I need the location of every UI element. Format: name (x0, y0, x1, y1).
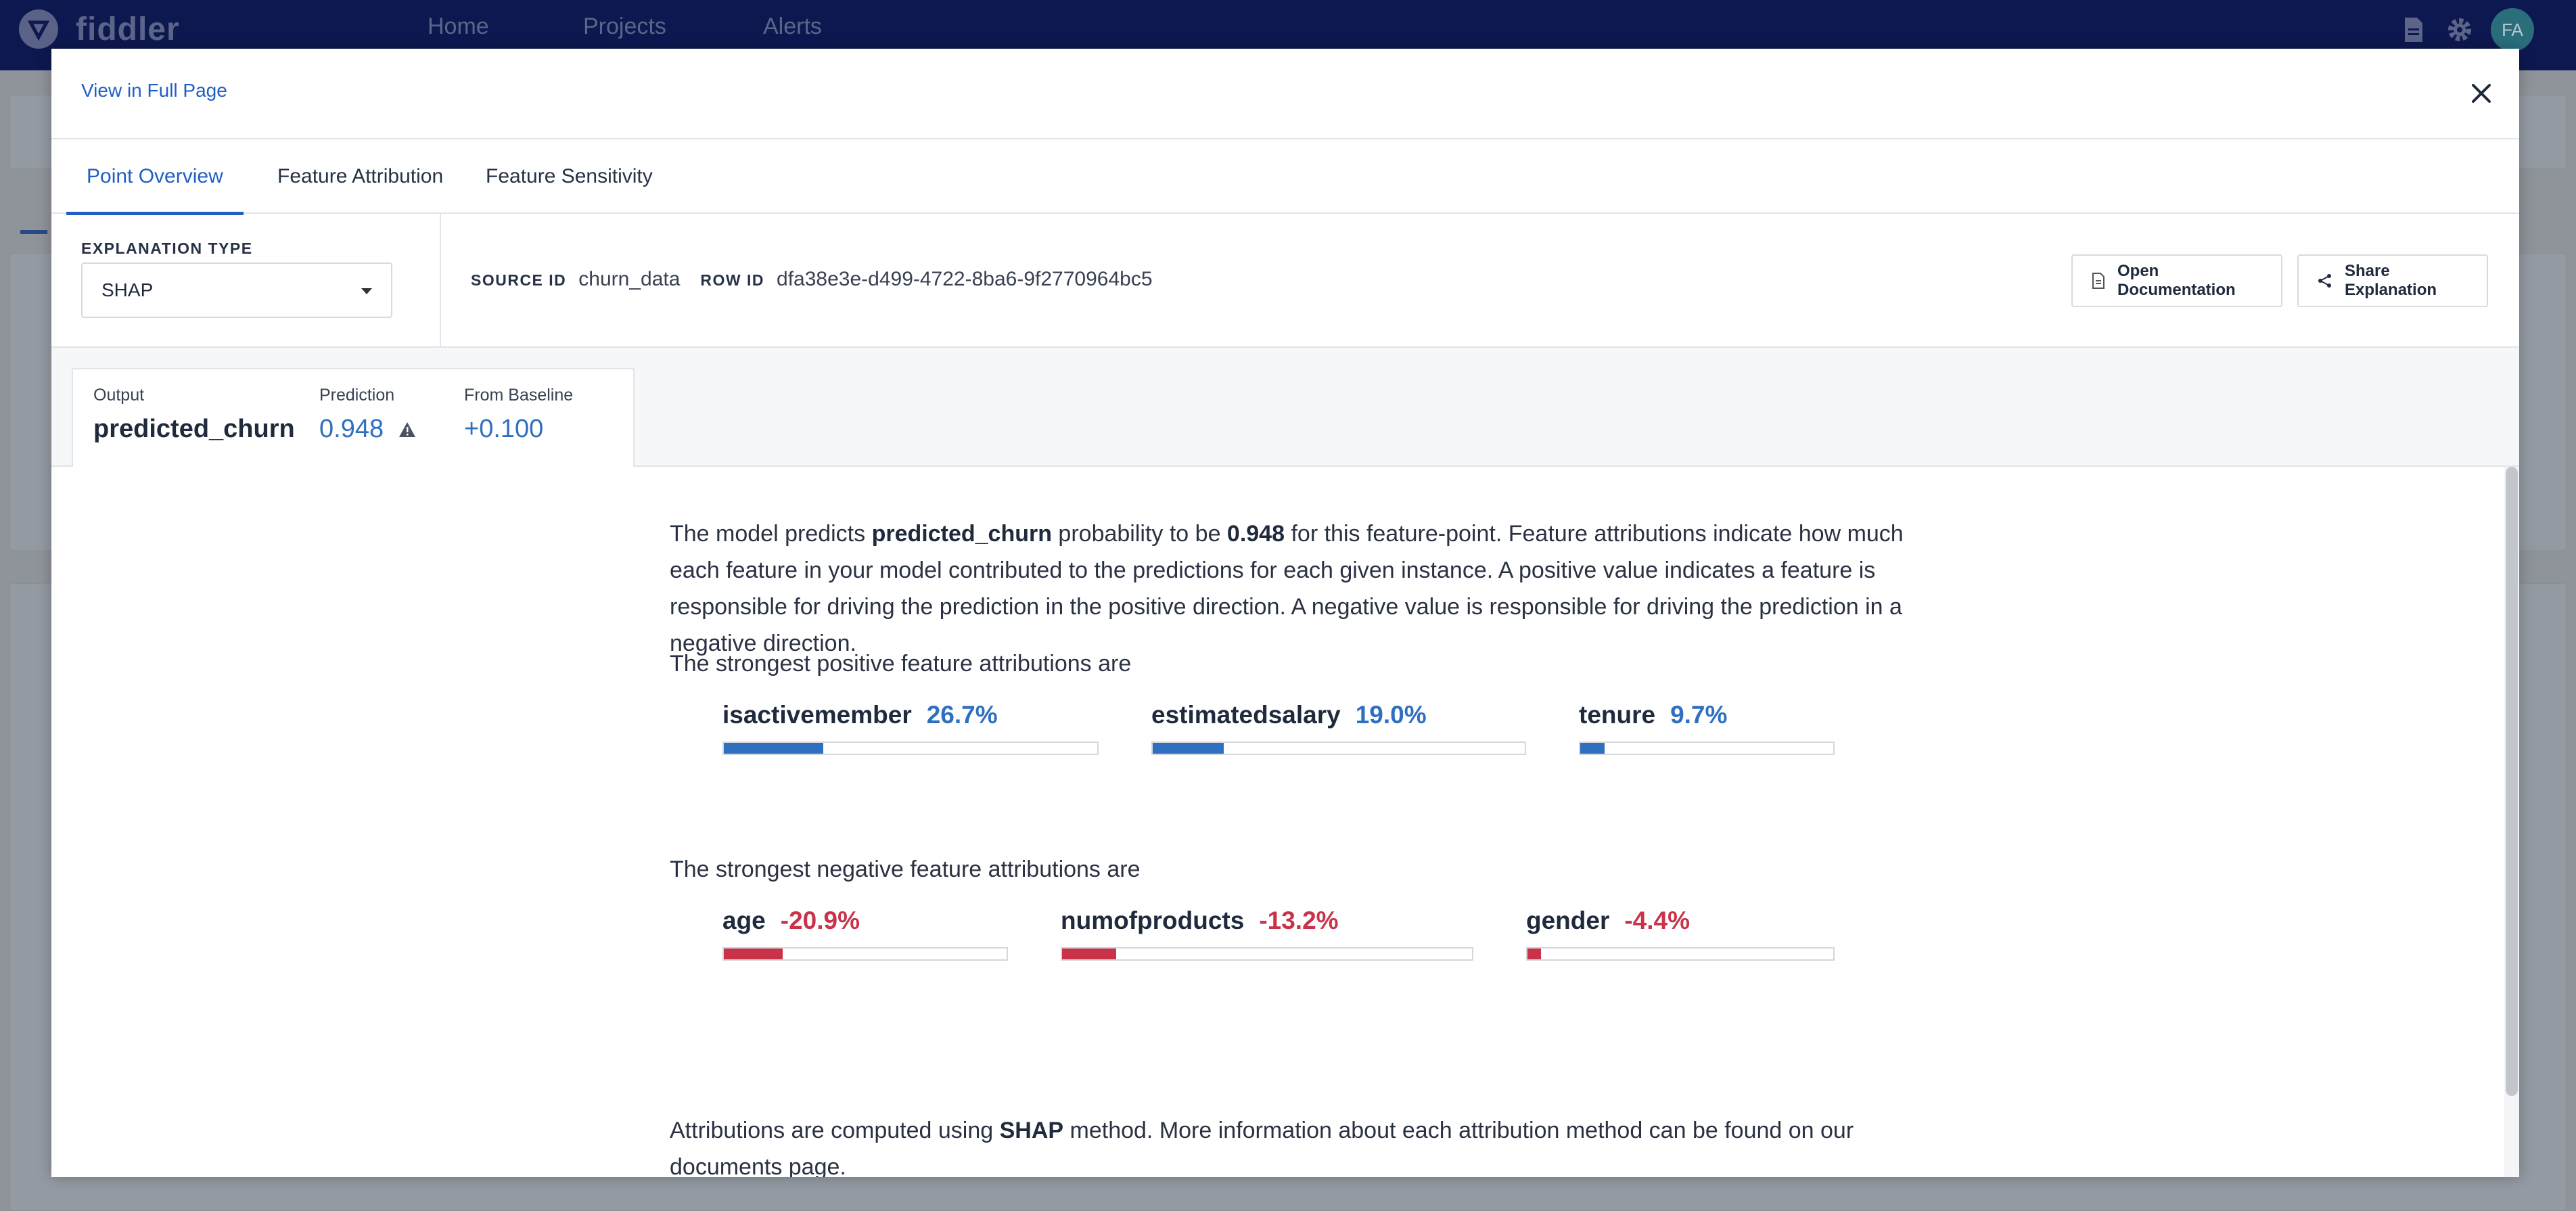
chevron-down-icon (361, 288, 372, 294)
background-tab-indicator (20, 230, 47, 234)
document-icon[interactable] (2399, 15, 2429, 45)
attribution-bar (1579, 741, 1835, 755)
attribution-bar (722, 741, 1099, 755)
feature-percent: -20.9% (780, 907, 860, 934)
baseline-column: From Baseline +0.100 (464, 386, 573, 444)
tab-label: Feature Sensitivity (486, 165, 653, 187)
feature-name: gender (1526, 907, 1610, 934)
attribution-bar (1526, 947, 1835, 961)
feature-percent: -4.4% (1624, 907, 1690, 934)
attribution-bar-fill (1153, 743, 1224, 754)
share-explanation-label: Share Explanation (2345, 262, 2437, 299)
explanation-controls: EXPLANATION TYPE SHAP SOURCE ID churn_da… (51, 214, 2519, 348)
summary-text: The model predicts (670, 521, 872, 547)
negative-heading: The strongest negative feature attributi… (670, 856, 1141, 882)
attribution-bar-fill (724, 949, 783, 959)
tab-label: Feature Attribution (277, 165, 444, 187)
attribution-bar (1151, 741, 1526, 755)
tab-label: Point Overview (87, 165, 223, 187)
user-avatar[interactable]: FA (2491, 8, 2534, 51)
warning-icon[interactable] (398, 421, 416, 438)
share-explanation-button[interactable]: Share Explanation (2297, 254, 2488, 307)
negative-attribution-item: numofproducts -13.2% (1061, 907, 1473, 961)
attribution-bar (722, 947, 1008, 961)
row-id-value: dfa38e3e-d499-4722-8ba6-9f2770964bc5 (777, 268, 1153, 290)
positive-attribution-item: estimatedsalary 19.0% (1151, 701, 1526, 755)
explanation-type-select[interactable]: SHAP (81, 262, 392, 318)
positive-attribution-item: tenure 9.7% (1579, 701, 1835, 755)
modal-header: View in Full Page (51, 49, 2519, 139)
attribution-bar-fill (1580, 743, 1605, 754)
prediction-display: 0.948 (319, 415, 416, 444)
positive-heading: The strongest positive feature attributi… (670, 651, 1132, 677)
attribution-bar (1061, 947, 1473, 961)
baseline-label: From Baseline (464, 386, 574, 405)
footer-method: SHAP (999, 1118, 1064, 1143)
source-id-label: SOURCE ID (471, 271, 567, 289)
document-icon (2092, 273, 2105, 289)
negative-attribution-item: age -20.9% (722, 907, 1008, 961)
summary-paragraph: The model predicts predicted_churn proba… (670, 516, 1941, 662)
summary-prediction: 0.948 (1226, 521, 1285, 547)
nav-home-link[interactable]: Home (428, 14, 489, 40)
output-summary-card[interactable]: Output predicted_churn Prediction 0.948 … (72, 368, 635, 468)
tab-feature-sensitivity[interactable]: Feature Sensitivity (469, 139, 669, 214)
attribution-bar-fill (1062, 949, 1116, 959)
settings-gear-icon[interactable] (2445, 15, 2475, 45)
attribution-bar-fill (1527, 949, 1541, 959)
explanation-tabs: Point Overview Feature Attribution Featu… (51, 139, 2519, 215)
footer-text: Attributions are computed using (670, 1118, 1000, 1143)
summary-target: predicted_churn (871, 521, 1052, 547)
open-documentation-label: Open Documentation (2117, 262, 2236, 299)
view-full-page-link[interactable]: View in Full Page (81, 80, 227, 101)
nav-utilities: FA (2399, 8, 2534, 51)
explanation-type-label: EXPLANATION TYPE (81, 239, 253, 257)
nav-alerts-link[interactable]: Alerts (763, 14, 822, 40)
positive-attribution-item: isactivemember 26.7% (722, 701, 1099, 755)
nav-projects-link[interactable]: Projects (583, 14, 666, 40)
feature-name: isactivemember (722, 701, 912, 729)
output-value: predicted_churn (93, 415, 295, 443)
feature-name: age (722, 907, 766, 934)
feature-name: tenure (1579, 701, 1656, 729)
output-column: Output predicted_churn (93, 386, 295, 444)
brand-name: fiddler (76, 11, 180, 47)
fiddler-logo-icon (19, 9, 58, 49)
source-info: SOURCE ID churn_data ROW ID dfa38e3e-d49… (471, 268, 1173, 291)
feature-percent: -13.2% (1259, 907, 1339, 934)
point-overview-content: The model predicts predicted_churn proba… (51, 467, 2519, 1177)
feature-name: estimatedsalary (1151, 701, 1341, 729)
feature-name: numofproducts (1061, 907, 1245, 934)
open-documentation-button[interactable]: Open Documentation (2071, 254, 2282, 307)
share-icon (2318, 273, 2332, 288)
tab-feature-attribution[interactable]: Feature Attribution (261, 139, 459, 214)
prediction-value: 0.948 (319, 415, 384, 443)
method-footer: Attributions are computed using SHAP met… (670, 1112, 1941, 1177)
source-id-value: churn_data (578, 268, 681, 290)
close-icon[interactable] (2466, 78, 2496, 108)
explanation-type-value: SHAP (101, 279, 154, 300)
explanation-modal: View in Full Page Point Overview Feature… (51, 49, 2519, 1177)
feature-percent: 26.7% (926, 701, 998, 729)
brand-logo[interactable]: fiddler (19, 9, 180, 49)
tab-point-overview[interactable]: Point Overview (66, 139, 244, 215)
baseline-value: +0.100 (464, 415, 544, 443)
output-strip: Output predicted_churn Prediction 0.948 … (51, 348, 2519, 468)
negative-attribution-item: gender -4.4% (1526, 907, 1835, 961)
attribution-bar-fill (724, 743, 824, 754)
feature-percent: 19.0% (1355, 701, 1427, 729)
prediction-column: Prediction 0.948 (319, 386, 416, 444)
prediction-label: Prediction (319, 386, 395, 405)
content-scrollbar-thumb[interactable] (2506, 467, 2518, 1096)
output-label: Output (93, 386, 145, 405)
feature-percent: 9.7% (1670, 701, 1728, 729)
explanation-type-panel: EXPLANATION TYPE SHAP (51, 214, 441, 348)
summary-text: probability to be (1051, 521, 1227, 547)
row-id-label: ROW ID (700, 271, 765, 289)
